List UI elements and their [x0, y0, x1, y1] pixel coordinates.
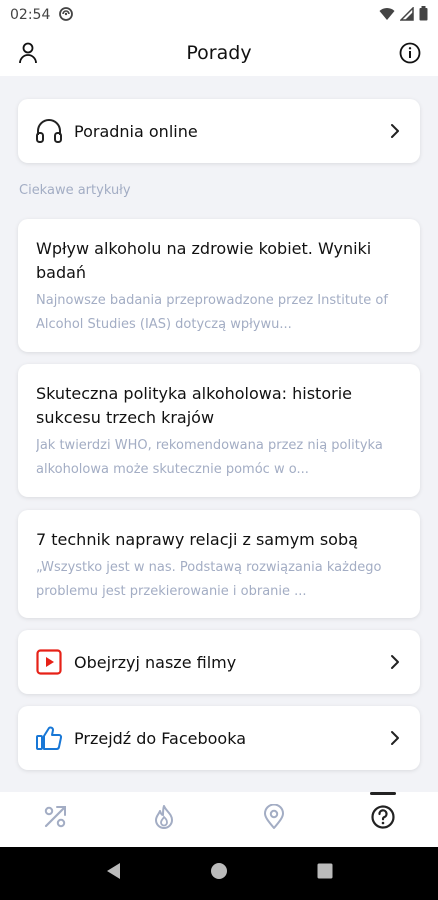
help-icon — [370, 804, 396, 835]
article-description: Jak twierdzi WHO, rekomendowana przez ni… — [36, 438, 383, 477]
article-card[interactable]: Skuteczna polityka alkoholowa: historie … — [18, 364, 420, 497]
info-icon[interactable] — [397, 40, 423, 66]
status-bar-right — [379, 5, 428, 24]
home-icon[interactable] — [209, 861, 229, 886]
app-bar: Porady — [0, 30, 438, 76]
thumbs-up-icon — [34, 723, 64, 753]
online-counseling-label: Poradnia online — [74, 121, 198, 141]
nav-item-discounts[interactable] — [0, 792, 110, 847]
location-pin-icon — [263, 803, 285, 835]
active-tab-indicator — [370, 792, 397, 795]
headphones-icon — [34, 116, 64, 146]
chevron-right-icon — [386, 653, 404, 671]
bottom-nav — [0, 792, 438, 847]
recents-icon[interactable] — [316, 862, 334, 885]
article-card[interactable]: 7 technik naprawy relacji z samym sobą „… — [18, 510, 420, 618]
status-bar: 02:54 — [0, 0, 438, 30]
article-title: Wpływ alkoholu na zdrowie kobiet. Wyniki… — [36, 239, 372, 282]
section-label: Ciekawe artykuły — [19, 183, 131, 198]
flame-icon — [152, 804, 176, 835]
article-description: Najnowsze badania przeprowadzone przez I… — [36, 293, 388, 332]
wifi-icon — [379, 7, 395, 24]
watch-videos-card[interactable]: Obejrzyj nasze filmy — [18, 630, 420, 694]
facebook-card[interactable]: Przejdź do Facebooka — [18, 706, 420, 770]
status-bar-left: 02:54 — [10, 6, 74, 25]
online-counseling-card[interactable]: Poradnia online — [18, 99, 420, 163]
nav-item-map[interactable] — [219, 792, 329, 847]
system-nav-bar — [0, 847, 438, 900]
youtube-icon — [34, 647, 64, 677]
article-description: „Wszystko jest w nas. Podstawą rozwiązan… — [36, 560, 382, 599]
percent-icon — [42, 804, 68, 835]
battery-icon — [419, 6, 428, 24]
sync-icon — [58, 6, 74, 25]
article-title: Skuteczna polityka alkoholowa: historie … — [36, 384, 352, 427]
watch-videos-label: Obejrzyj nasze filmy — [74, 652, 237, 672]
article-card[interactable]: Wpływ alkoholu na zdrowie kobiet. Wyniki… — [18, 219, 420, 352]
article-title: 7 technik naprawy relacji z samym sobą — [36, 530, 358, 549]
status-time: 02:54 — [10, 7, 51, 23]
content-area: Poradnia online Ciekawe artykuły Wpływ a… — [0, 76, 438, 792]
nav-item-help[interactable] — [329, 792, 438, 847]
chevron-right-icon — [386, 122, 404, 140]
nav-item-motivation[interactable] — [110, 792, 220, 847]
page-title: Porady — [186, 42, 252, 64]
facebook-label: Przejdź do Facebooka — [74, 728, 247, 748]
user-icon[interactable] — [15, 40, 41, 66]
signal-icon — [399, 5, 414, 24]
chevron-right-icon — [386, 729, 404, 747]
back-icon[interactable] — [104, 861, 122, 886]
